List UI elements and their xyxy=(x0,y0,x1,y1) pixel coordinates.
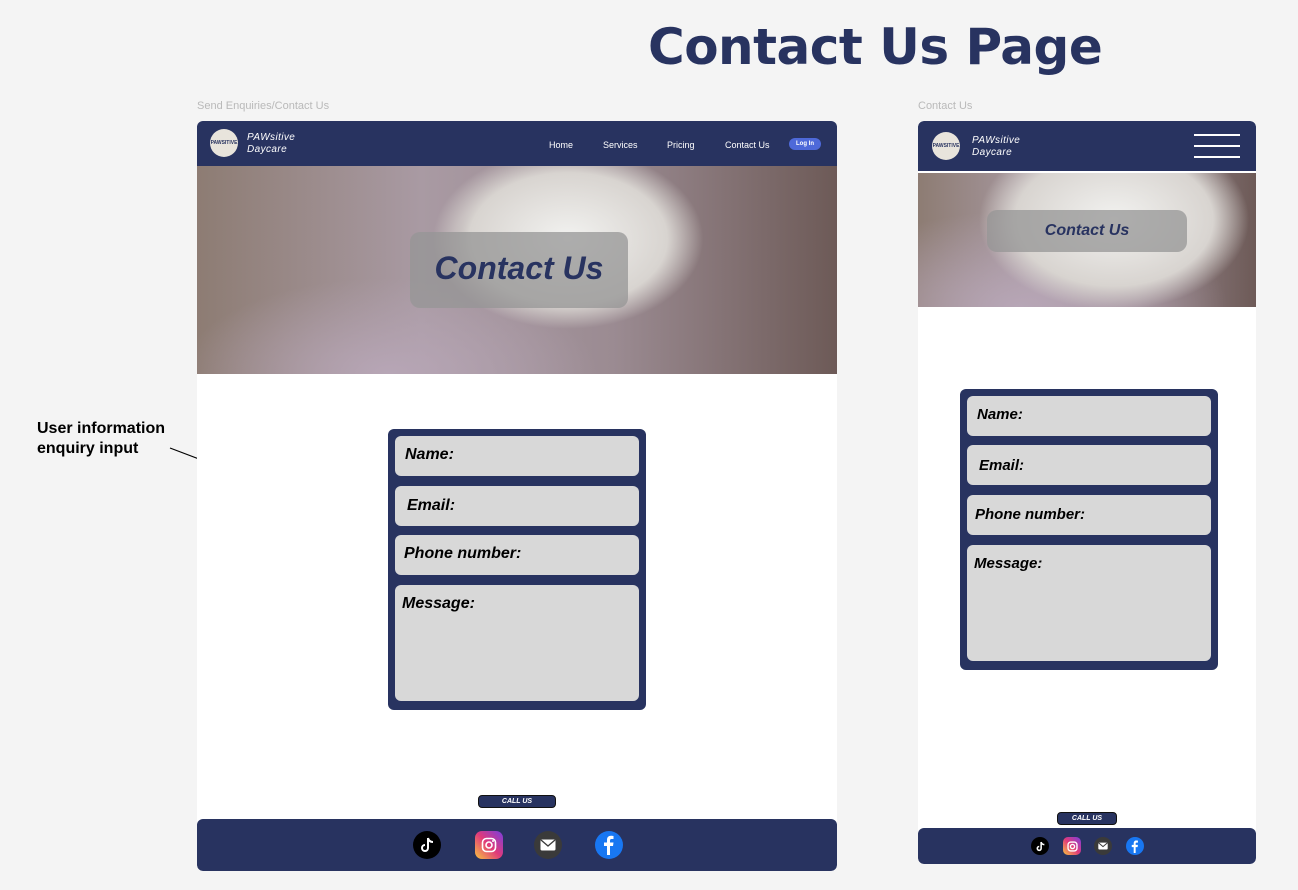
message-label: Message: xyxy=(402,595,475,612)
phone-field[interactable]: Phone number: xyxy=(395,535,639,575)
mobile-frame: PAWSITIVE PAWsitive Daycare Contact Us N… xyxy=(918,121,1256,864)
desktop-frame-label: Send Enquiries/Contact Us xyxy=(197,100,330,112)
mobile-footer xyxy=(918,828,1256,864)
email-field[interactable]: Email: xyxy=(395,486,639,526)
mobile-brand-name[interactable]: PAWsitive Daycare xyxy=(972,135,1020,159)
nav-home[interactable]: Home xyxy=(549,140,573,150)
nav-pricing[interactable]: Pricing xyxy=(667,140,695,150)
mobile-phone-field[interactable]: Phone number: xyxy=(967,495,1211,535)
logo-text: PAWSITIVE xyxy=(210,140,238,146)
tiktok-icon[interactable] xyxy=(413,831,441,859)
mobile-tiktok-icon[interactable] xyxy=(1031,837,1049,855)
mobile-navbar: PAWSITIVE PAWsitive Daycare xyxy=(918,121,1256,171)
brand-line-1: PAWsitive xyxy=(247,132,296,143)
call-us-button[interactable]: CALL US xyxy=(478,795,556,808)
email-icon[interactable] xyxy=(534,831,562,859)
login-button[interactable]: Log In xyxy=(789,138,821,150)
name-field[interactable]: Name: xyxy=(395,436,639,476)
mobile-phone-label: Phone number: xyxy=(975,506,1086,523)
message-field[interactable]: Message: xyxy=(395,585,639,701)
hero-title: Contact Us xyxy=(434,250,604,286)
mobile-logo[interactable]: PAWSITIVE xyxy=(932,132,960,160)
mobile-hero-title-box: Contact Us xyxy=(987,210,1187,252)
desktop-footer xyxy=(197,819,837,871)
hamburger-menu-icon[interactable] xyxy=(1194,134,1240,158)
email-label: Email: xyxy=(407,497,456,514)
mobile-email-field[interactable]: Email: xyxy=(967,445,1211,485)
mobile-message-field[interactable]: Message: xyxy=(967,545,1211,661)
phone-label: Phone number: xyxy=(404,545,522,562)
mobile-enquiry-form: Name: Email: Phone number: Message: xyxy=(960,389,1218,670)
mobile-email-icon[interactable] xyxy=(1094,837,1112,855)
mobile-frame-label: Contact Us xyxy=(918,100,973,112)
mobile-brand-line-1: PAWsitive xyxy=(972,135,1021,146)
nav-contact-us[interactable]: Contact Us xyxy=(725,140,770,150)
mobile-brand-line-2: Daycare xyxy=(972,147,1013,158)
mobile-facebook-icon[interactable] xyxy=(1126,837,1144,855)
mobile-email-label: Email: xyxy=(979,457,1025,474)
mobile-logo-text: PAWSITIVE xyxy=(932,143,960,149)
nav-services[interactable]: Services xyxy=(603,140,638,150)
desktop-enquiry-form: Name: Email: Phone number: Message: xyxy=(388,429,646,710)
instagram-icon[interactable] xyxy=(475,831,503,859)
desktop-hero-image: Contact Us xyxy=(197,166,837,374)
desktop-frame: PAWSITIVE PAWsitive Daycare Home Service… xyxy=(197,121,837,871)
mobile-call-us-button[interactable]: CALL US xyxy=(1057,812,1117,825)
logo[interactable]: PAWSITIVE xyxy=(210,129,238,157)
facebook-icon[interactable] xyxy=(595,831,623,859)
brand-line-2: Daycare xyxy=(247,144,288,155)
mobile-hero-title: Contact Us xyxy=(1044,222,1130,239)
brand-name[interactable]: PAWsitive Daycare xyxy=(247,132,295,156)
hero-title-box: Contact Us xyxy=(410,232,628,308)
mobile-name-field[interactable]: Name: xyxy=(967,396,1211,436)
mobile-instagram-icon[interactable] xyxy=(1063,837,1081,855)
desktop-navbar: PAWSITIVE PAWsitive Daycare Home Service… xyxy=(197,121,837,166)
mobile-hero-image: Contact Us xyxy=(918,173,1256,307)
name-label: Name: xyxy=(405,446,454,463)
mobile-name-label: Name: xyxy=(977,406,1023,423)
mobile-message-label: Message: xyxy=(974,555,1043,572)
